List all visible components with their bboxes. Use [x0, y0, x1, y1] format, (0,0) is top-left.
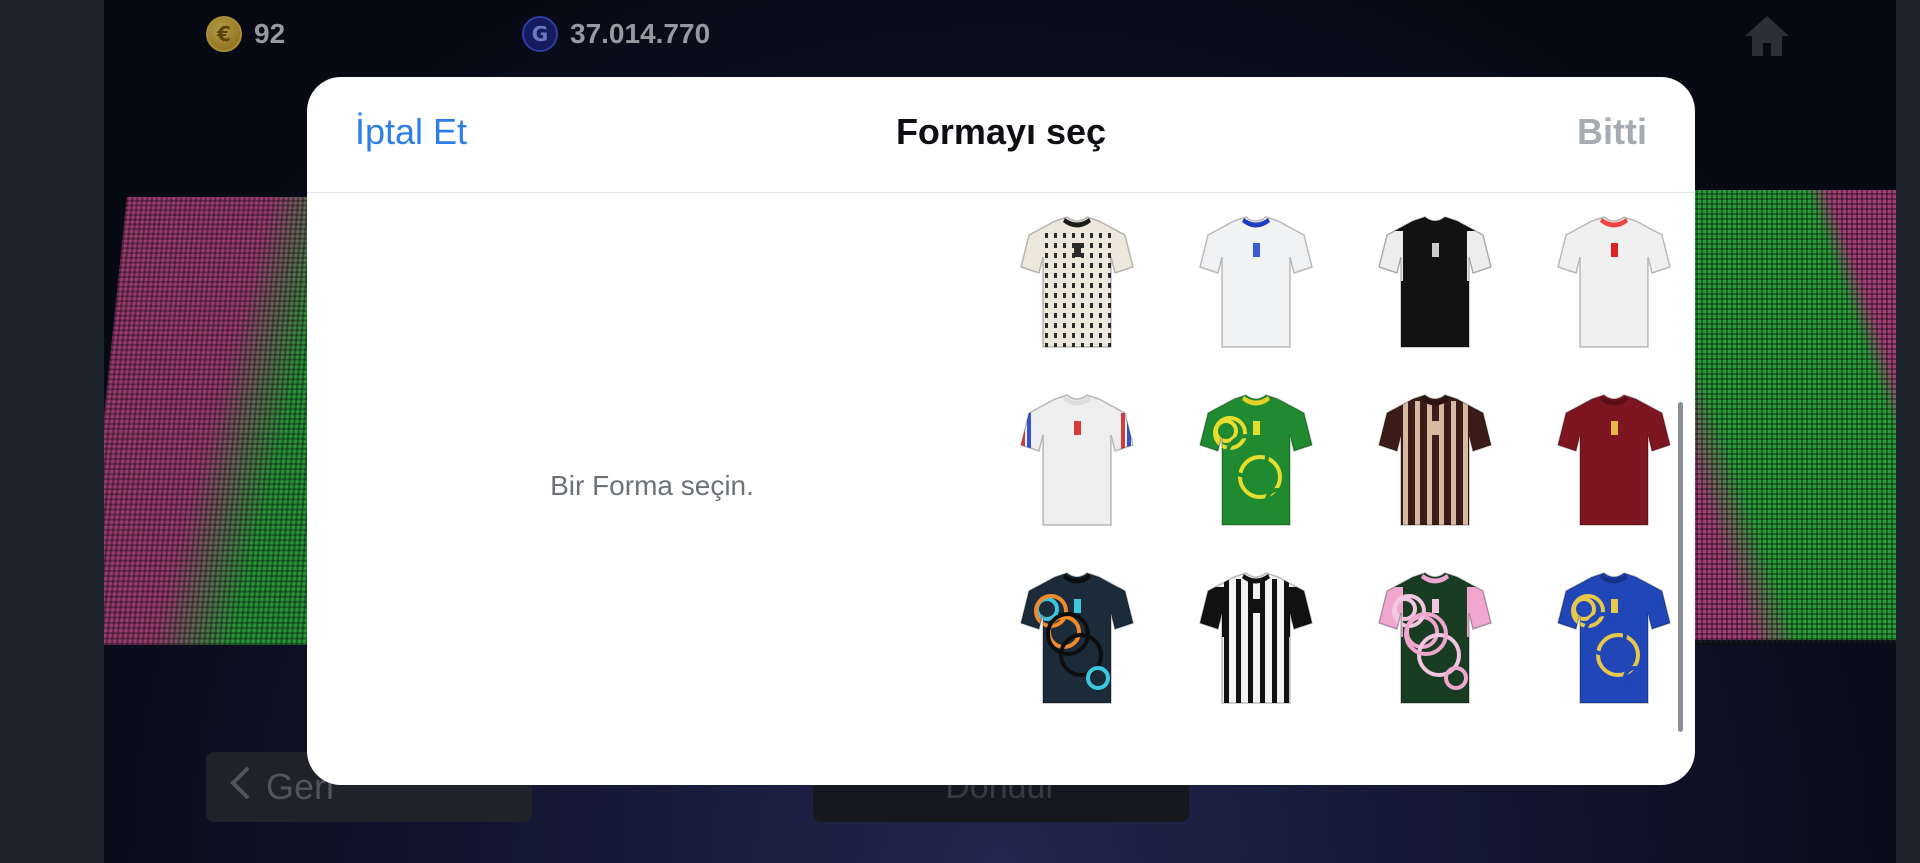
- scrollbar[interactable]: [1678, 402, 1683, 732]
- kit-white-tricolor-sleeves[interactable]: [1017, 391, 1137, 531]
- kit-black-white-sleeves[interactable]: [1375, 213, 1495, 353]
- selection-hint: Bir Forma seçin.: [307, 470, 997, 502]
- kit-pink-green-dragon[interactable]: [1375, 569, 1495, 709]
- dialog-header: İptal Et Formayı seç Bitti: [307, 77, 1695, 193]
- kit-select-dialog: İptal Et Formayı seç Bitti Bir Forma seç…: [307, 77, 1695, 785]
- screen: € 92 G 37.014.770 Geri Dondur İptal Et F…: [0, 0, 1920, 863]
- right-bezel: [1896, 0, 1920, 863]
- kit-maroon-telekom[interactable]: [1554, 391, 1674, 531]
- kit-grid: [987, 213, 1667, 753]
- kit-black-white-stripes[interactable]: [1196, 569, 1316, 709]
- kit-white-red-badge[interactable]: [1554, 213, 1674, 353]
- done-button[interactable]: Bitti: [1577, 111, 1647, 153]
- kit-cream-pattern[interactable]: [1017, 213, 1137, 353]
- dialog-title: Formayı seç: [307, 111, 1695, 153]
- kit-green-yellow-efootball[interactable]: [1196, 391, 1316, 531]
- kit-blue-efootball[interactable]: [1554, 569, 1674, 709]
- kit-black-teal-tiedye[interactable]: [1017, 569, 1137, 709]
- left-bezel: [0, 0, 104, 863]
- kit-dark-brown-efootball[interactable]: [1375, 391, 1495, 531]
- kit-white-blue-collar[interactable]: [1196, 213, 1316, 353]
